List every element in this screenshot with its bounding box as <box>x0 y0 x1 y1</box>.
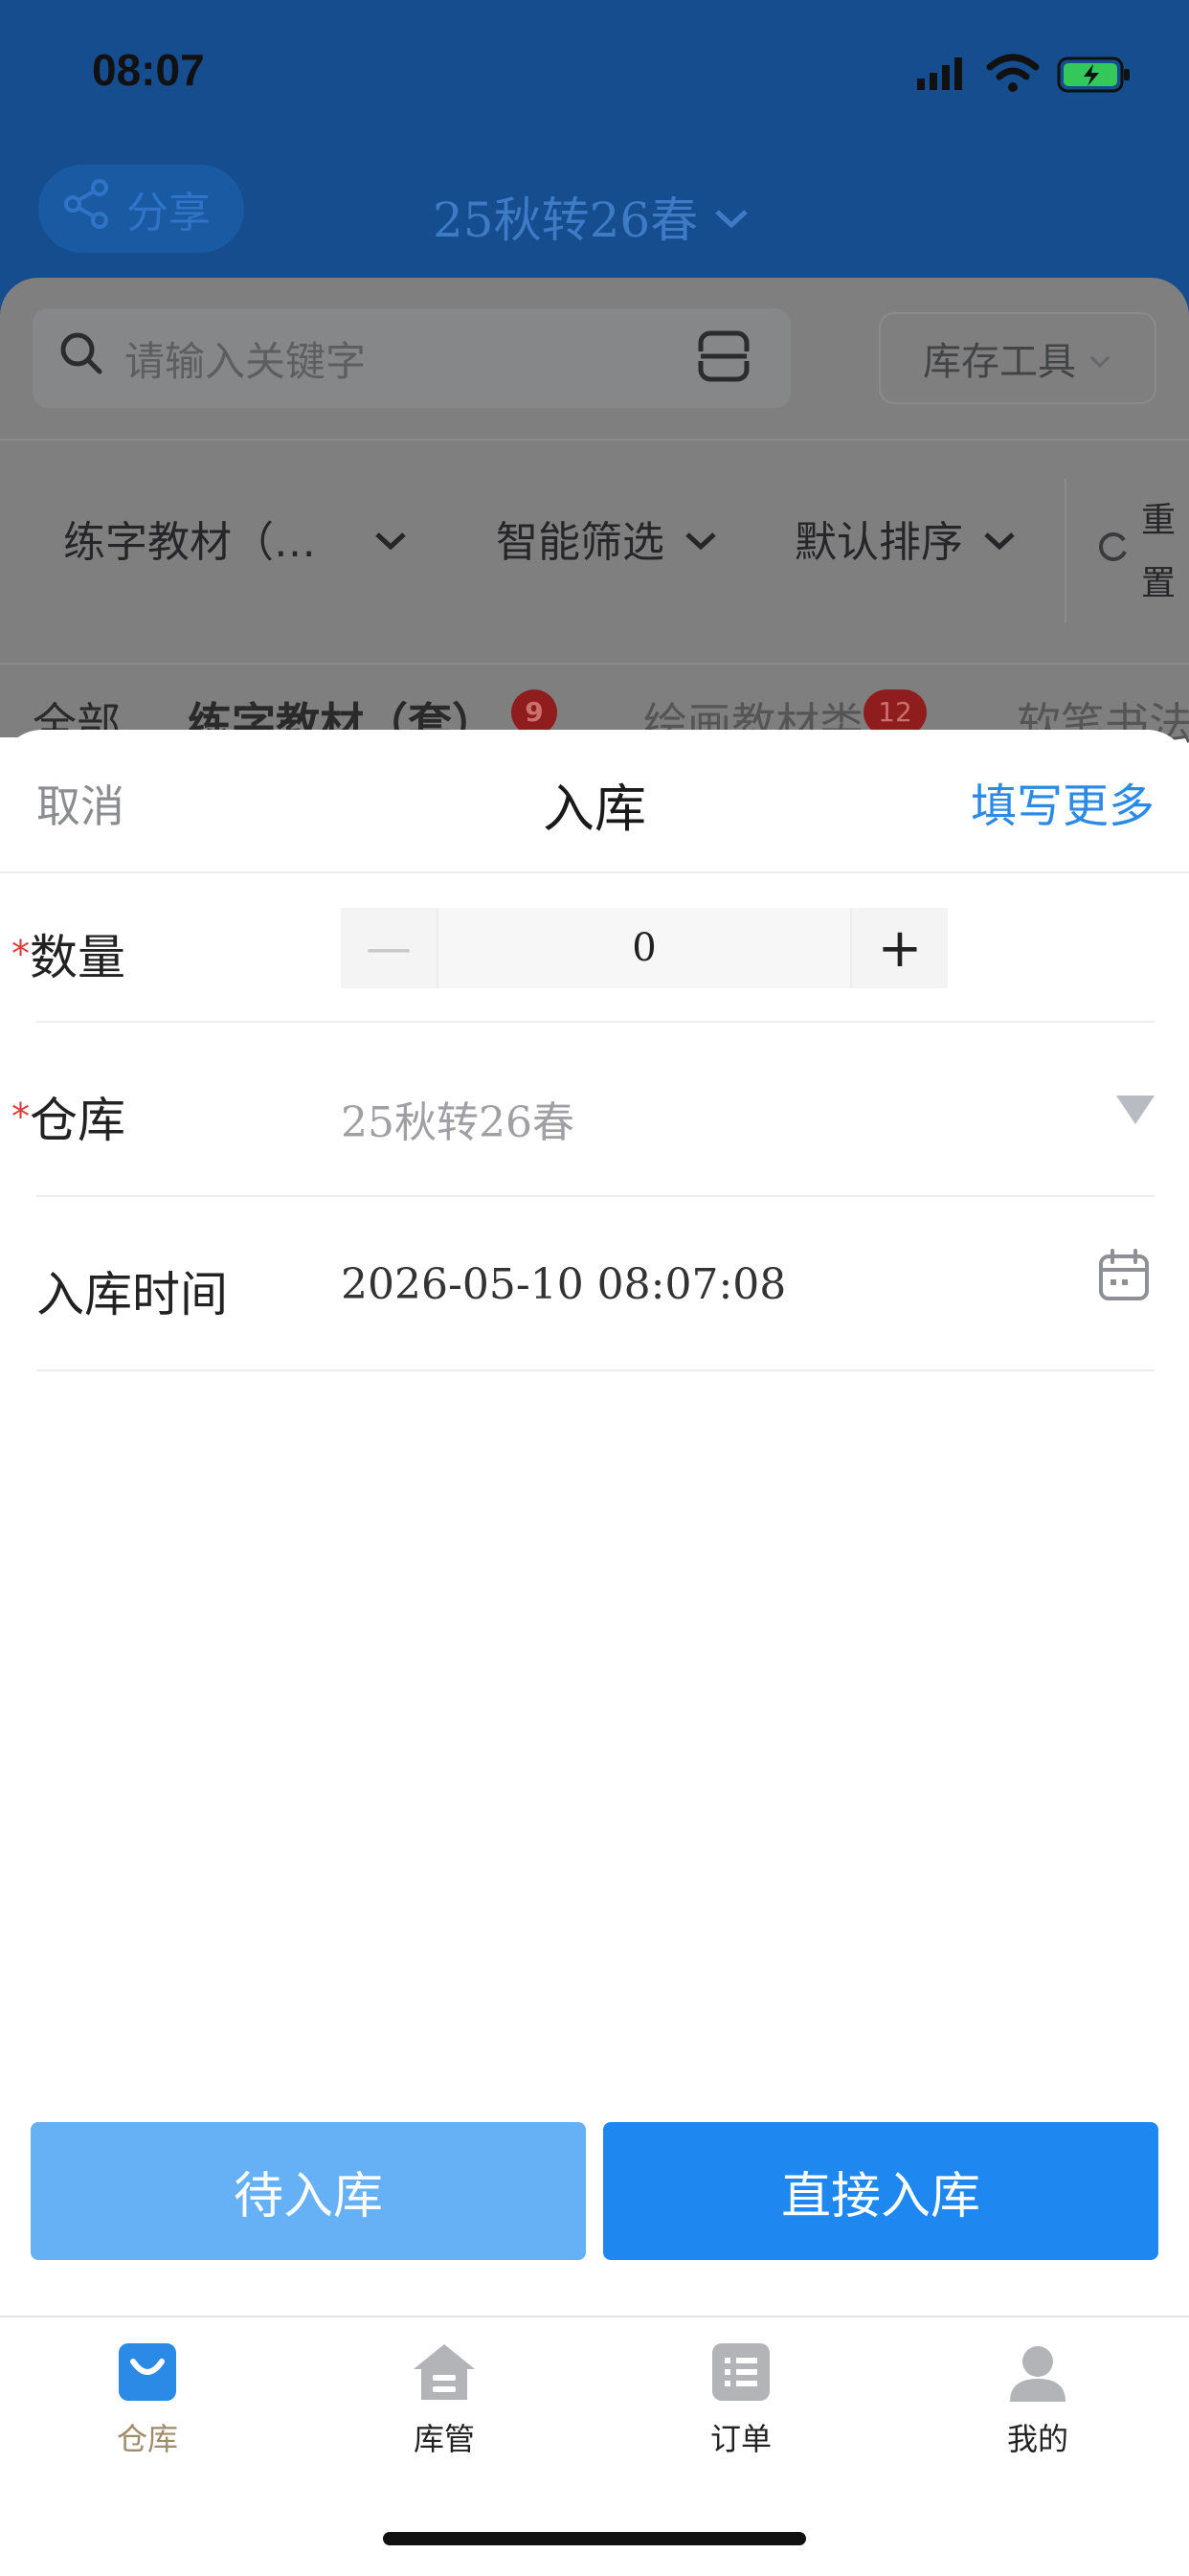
signal-icon <box>917 56 971 98</box>
warehouse-bag-icon <box>116 2340 179 2407</box>
dropdown-arrow-icon[interactable] <box>1116 1096 1155 1124</box>
chevron-down-icon <box>711 189 752 244</box>
battery-icon <box>1057 56 1133 98</box>
tab-inventory-label: 库管 <box>413 2421 475 2457</box>
reset-button[interactable]: 重 置 <box>1065 479 1189 622</box>
filter-sort[interactable]: 默认排序 <box>795 508 1017 569</box>
refresh-icon <box>1097 531 1130 567</box>
filter-sort-label: 默认排序 <box>795 518 963 567</box>
increment-button[interactable]: + <box>852 908 948 988</box>
tab-warehouse[interactable]: 仓库 <box>52 2340 243 2459</box>
required-mark: * <box>11 933 30 975</box>
quantity-input[interactable]: 0 <box>437 908 852 988</box>
filter-smart[interactable]: 智能筛选 <box>496 508 718 569</box>
season-selector[interactable]: 25秋转26春 <box>433 182 752 251</box>
chevron-down-icon <box>1088 336 1112 380</box>
inbound-time-value[interactable]: 2026-05-10 08:07:08 <box>341 1260 786 1309</box>
share-button[interactable]: 分享 <box>38 165 244 253</box>
tab-orders[interactable]: 订单 <box>645 2340 837 2459</box>
home-icon <box>410 2340 479 2407</box>
calendar-icon[interactable] <box>1097 1247 1151 1308</box>
tab-mine[interactable]: 我的 <box>942 2340 1133 2459</box>
reset-label-top: 重 <box>1141 501 1177 540</box>
warehouse-select[interactable]: 25秋转26春 <box>341 1088 574 1149</box>
user-icon <box>1006 2340 1069 2407</box>
wifi-icon <box>986 54 1040 98</box>
chevron-down-icon <box>373 514 408 563</box>
required-mark: * <box>11 1096 30 1138</box>
status-time: 08:07 <box>92 45 205 95</box>
search-icon <box>57 329 105 387</box>
pending-inbound-button[interactable]: 待入库 <box>31 2122 586 2260</box>
tab-mine-label: 我的 <box>1006 2421 1068 2457</box>
inbound-time-label: 入库时间 <box>36 1267 228 1322</box>
search-input[interactable]: 请输入关键字 <box>33 308 791 408</box>
home-indicator <box>383 2532 806 2545</box>
search-placeholder: 请输入关键字 <box>124 337 367 385</box>
quantity-stepper: — 0 + <box>341 908 948 988</box>
tab-badge: 12 <box>864 689 927 735</box>
quantity-label: * 数量 <box>11 919 125 988</box>
filter-category[interactable]: 练字教材（… <box>63 508 408 569</box>
reset-label-bottom: 置 <box>1141 564 1177 603</box>
divider <box>36 1021 1155 1023</box>
tab-badge: 9 <box>511 689 558 735</box>
divider <box>36 1195 1155 1197</box>
scan-icon[interactable] <box>695 328 752 395</box>
list-icon <box>709 2340 773 2407</box>
quantity-label-text: 数量 <box>30 930 125 985</box>
warehouse-label-text: 仓库 <box>30 1093 125 1148</box>
divider <box>36 1369 1155 1371</box>
warehouse-label: * 仓库 <box>11 1082 125 1151</box>
divider <box>0 663 1189 665</box>
divider <box>0 871 1189 873</box>
stock-tool-button[interactable]: 库存工具 <box>879 312 1156 404</box>
chevron-down-icon <box>684 514 718 563</box>
direct-inbound-button[interactable]: 直接入库 <box>603 2122 1158 2260</box>
tab-inventory[interactable]: 库管 <box>348 2340 540 2459</box>
chevron-down-icon <box>982 514 1017 563</box>
fill-more-button[interactable]: 填写更多 <box>971 768 1155 835</box>
divider <box>0 439 1189 441</box>
tab-warehouse-label: 仓库 <box>116 2421 178 2457</box>
filter-bar: 练字教材（… 智能筛选 默认排序 <box>0 479 1189 613</box>
decrement-button[interactable]: — <box>341 908 437 988</box>
filter-category-label: 练字教材（… <box>63 518 316 567</box>
share-icon <box>61 178 113 240</box>
share-label: 分享 <box>126 189 211 237</box>
season-title-text: 25秋转26春 <box>433 192 699 248</box>
filter-smart-label: 智能筛选 <box>496 518 664 567</box>
stock-tool-label: 库存工具 <box>923 340 1076 384</box>
tab-orders-label: 订单 <box>709 2421 772 2457</box>
